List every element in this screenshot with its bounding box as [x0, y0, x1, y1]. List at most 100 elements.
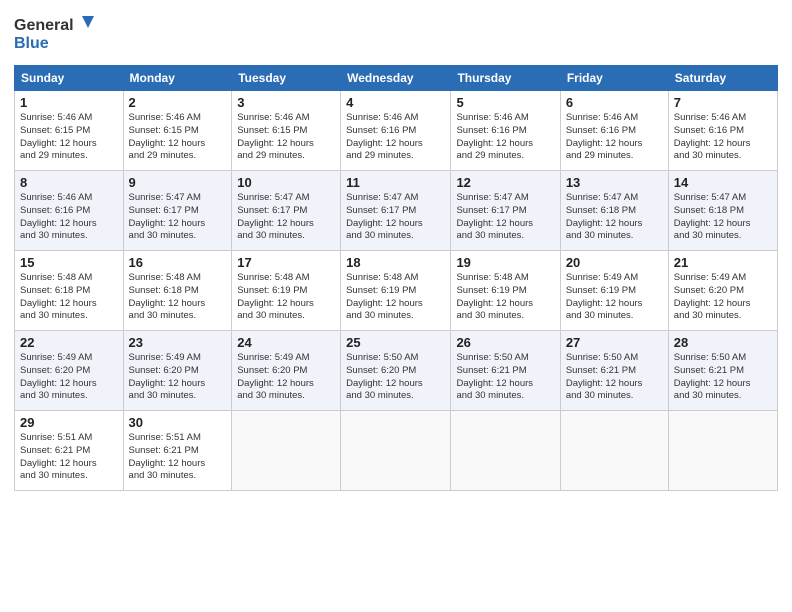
calendar-cell: 2 Sunrise: 5:46 AM Sunset: 6:15 PM Daylig… [123, 91, 232, 171]
day-info: Sunrise: 5:50 AM Sunset: 6:21 PM Dayligh… [674, 352, 772, 403]
day-number: 21 [674, 255, 772, 270]
day-number: 16 [129, 255, 227, 270]
day-info: Sunrise: 5:48 AM Sunset: 6:18 PM Dayligh… [129, 272, 227, 323]
day-info: Sunrise: 5:51 AM Sunset: 6:21 PM Dayligh… [129, 432, 227, 483]
day-info: Sunrise: 5:50 AM Sunset: 6:21 PM Dayligh… [566, 352, 663, 403]
day-info: Sunrise: 5:46 AM Sunset: 6:15 PM Dayligh… [129, 112, 227, 163]
col-header-monday: Monday [123, 66, 232, 91]
header: General Blue [14, 10, 778, 59]
day-info: Sunrise: 5:46 AM Sunset: 6:16 PM Dayligh… [456, 112, 554, 163]
calendar-cell: 20 Sunrise: 5:49 AM Sunset: 6:19 PM Dayli… [560, 251, 668, 331]
day-info: Sunrise: 5:47 AM Sunset: 6:17 PM Dayligh… [346, 192, 445, 243]
calendar-cell: 8 Sunrise: 5:46 AM Sunset: 6:16 PM Daylig… [15, 171, 124, 251]
day-number: 12 [456, 175, 554, 190]
col-header-tuesday: Tuesday [232, 66, 341, 91]
day-number: 27 [566, 335, 663, 350]
day-number: 1 [20, 95, 118, 110]
day-number: 15 [20, 255, 118, 270]
calendar-cell: 13 Sunrise: 5:47 AM Sunset: 6:18 PM Dayli… [560, 171, 668, 251]
day-info: Sunrise: 5:46 AM Sunset: 6:15 PM Dayligh… [237, 112, 335, 163]
calendar-cell: 30 Sunrise: 5:51 AM Sunset: 6:21 PM Dayli… [123, 411, 232, 491]
day-number: 13 [566, 175, 663, 190]
day-info: Sunrise: 5:46 AM Sunset: 6:15 PM Dayligh… [20, 112, 118, 163]
page: General Blue SundayMondayTuesdayWednesda… [0, 0, 792, 612]
day-number: 6 [566, 95, 663, 110]
day-info: Sunrise: 5:48 AM Sunset: 6:19 PM Dayligh… [346, 272, 445, 323]
day-info: Sunrise: 5:49 AM Sunset: 6:20 PM Dayligh… [129, 352, 227, 403]
day-info: Sunrise: 5:47 AM Sunset: 6:17 PM Dayligh… [237, 192, 335, 243]
col-header-wednesday: Wednesday [341, 66, 451, 91]
calendar-cell: 19 Sunrise: 5:48 AM Sunset: 6:19 PM Dayli… [451, 251, 560, 331]
day-number: 20 [566, 255, 663, 270]
calendar-cell: 26 Sunrise: 5:50 AM Sunset: 6:21 PM Dayli… [451, 331, 560, 411]
day-number: 5 [456, 95, 554, 110]
calendar-cell: 17 Sunrise: 5:48 AM Sunset: 6:19 PM Dayli… [232, 251, 341, 331]
day-info: Sunrise: 5:49 AM Sunset: 6:19 PM Dayligh… [566, 272, 663, 323]
col-header-sunday: Sunday [15, 66, 124, 91]
calendar-cell: 9 Sunrise: 5:47 AM Sunset: 6:17 PM Daylig… [123, 171, 232, 251]
calendar-cell [451, 411, 560, 491]
day-number: 28 [674, 335, 772, 350]
calendar: SundayMondayTuesdayWednesdayThursdayFrid… [14, 65, 778, 491]
day-number: 26 [456, 335, 554, 350]
calendar-cell: 4 Sunrise: 5:46 AM Sunset: 6:16 PM Daylig… [341, 91, 451, 171]
day-info: Sunrise: 5:51 AM Sunset: 6:21 PM Dayligh… [20, 432, 118, 483]
calendar-cell [232, 411, 341, 491]
calendar-cell: 29 Sunrise: 5:51 AM Sunset: 6:21 PM Dayli… [15, 411, 124, 491]
day-number: 10 [237, 175, 335, 190]
calendar-cell: 28 Sunrise: 5:50 AM Sunset: 6:21 PM Dayli… [668, 331, 777, 411]
calendar-cell: 10 Sunrise: 5:47 AM Sunset: 6:17 PM Dayli… [232, 171, 341, 251]
col-header-thursday: Thursday [451, 66, 560, 91]
day-number: 17 [237, 255, 335, 270]
day-info: Sunrise: 5:48 AM Sunset: 6:18 PM Dayligh… [20, 272, 118, 323]
calendar-cell: 3 Sunrise: 5:46 AM Sunset: 6:15 PM Daylig… [232, 91, 341, 171]
svg-text:General: General [14, 17, 74, 34]
day-info: Sunrise: 5:50 AM Sunset: 6:21 PM Dayligh… [456, 352, 554, 403]
day-number: 23 [129, 335, 227, 350]
calendar-cell: 27 Sunrise: 5:50 AM Sunset: 6:21 PM Dayli… [560, 331, 668, 411]
day-number: 4 [346, 95, 445, 110]
calendar-cell [341, 411, 451, 491]
day-info: Sunrise: 5:47 AM Sunset: 6:17 PM Dayligh… [456, 192, 554, 243]
day-info: Sunrise: 5:46 AM Sunset: 6:16 PM Dayligh… [674, 112, 772, 163]
day-number: 14 [674, 175, 772, 190]
day-info: Sunrise: 5:49 AM Sunset: 6:20 PM Dayligh… [20, 352, 118, 403]
calendar-cell: 6 Sunrise: 5:46 AM Sunset: 6:16 PM Daylig… [560, 91, 668, 171]
calendar-cell [560, 411, 668, 491]
day-info: Sunrise: 5:46 AM Sunset: 6:16 PM Dayligh… [346, 112, 445, 163]
calendar-cell [668, 411, 777, 491]
day-info: Sunrise: 5:47 AM Sunset: 6:18 PM Dayligh… [566, 192, 663, 243]
calendar-cell: 25 Sunrise: 5:50 AM Sunset: 6:20 PM Dayli… [341, 331, 451, 411]
calendar-cell: 12 Sunrise: 5:47 AM Sunset: 6:17 PM Dayli… [451, 171, 560, 251]
day-info: Sunrise: 5:46 AM Sunset: 6:16 PM Dayligh… [20, 192, 118, 243]
day-info: Sunrise: 5:49 AM Sunset: 6:20 PM Dayligh… [674, 272, 772, 323]
day-info: Sunrise: 5:47 AM Sunset: 6:17 PM Dayligh… [129, 192, 227, 243]
day-number: 19 [456, 255, 554, 270]
col-header-friday: Friday [560, 66, 668, 91]
day-number: 30 [129, 415, 227, 430]
day-number: 29 [20, 415, 118, 430]
day-number: 2 [129, 95, 227, 110]
day-info: Sunrise: 5:50 AM Sunset: 6:20 PM Dayligh… [346, 352, 445, 403]
calendar-cell: 15 Sunrise: 5:48 AM Sunset: 6:18 PM Dayli… [15, 251, 124, 331]
day-number: 8 [20, 175, 118, 190]
day-info: Sunrise: 5:48 AM Sunset: 6:19 PM Dayligh… [237, 272, 335, 323]
day-number: 24 [237, 335, 335, 350]
col-header-saturday: Saturday [668, 66, 777, 91]
day-info: Sunrise: 5:49 AM Sunset: 6:20 PM Dayligh… [237, 352, 335, 403]
calendar-cell: 7 Sunrise: 5:46 AM Sunset: 6:16 PM Daylig… [668, 91, 777, 171]
calendar-cell: 18 Sunrise: 5:48 AM Sunset: 6:19 PM Dayli… [341, 251, 451, 331]
day-info: Sunrise: 5:48 AM Sunset: 6:19 PM Dayligh… [456, 272, 554, 323]
day-number: 3 [237, 95, 335, 110]
day-number: 9 [129, 175, 227, 190]
calendar-cell: 24 Sunrise: 5:49 AM Sunset: 6:20 PM Dayli… [232, 331, 341, 411]
day-number: 25 [346, 335, 445, 350]
calendar-cell: 16 Sunrise: 5:48 AM Sunset: 6:18 PM Dayli… [123, 251, 232, 331]
calendar-cell: 1 Sunrise: 5:46 AM Sunset: 6:15 PM Daylig… [15, 91, 124, 171]
day-info: Sunrise: 5:46 AM Sunset: 6:16 PM Dayligh… [566, 112, 663, 163]
calendar-cell: 21 Sunrise: 5:49 AM Sunset: 6:20 PM Dayli… [668, 251, 777, 331]
calendar-cell: 5 Sunrise: 5:46 AM Sunset: 6:16 PM Daylig… [451, 91, 560, 171]
day-number: 7 [674, 95, 772, 110]
logo-text: General Blue [14, 10, 124, 59]
day-number: 18 [346, 255, 445, 270]
